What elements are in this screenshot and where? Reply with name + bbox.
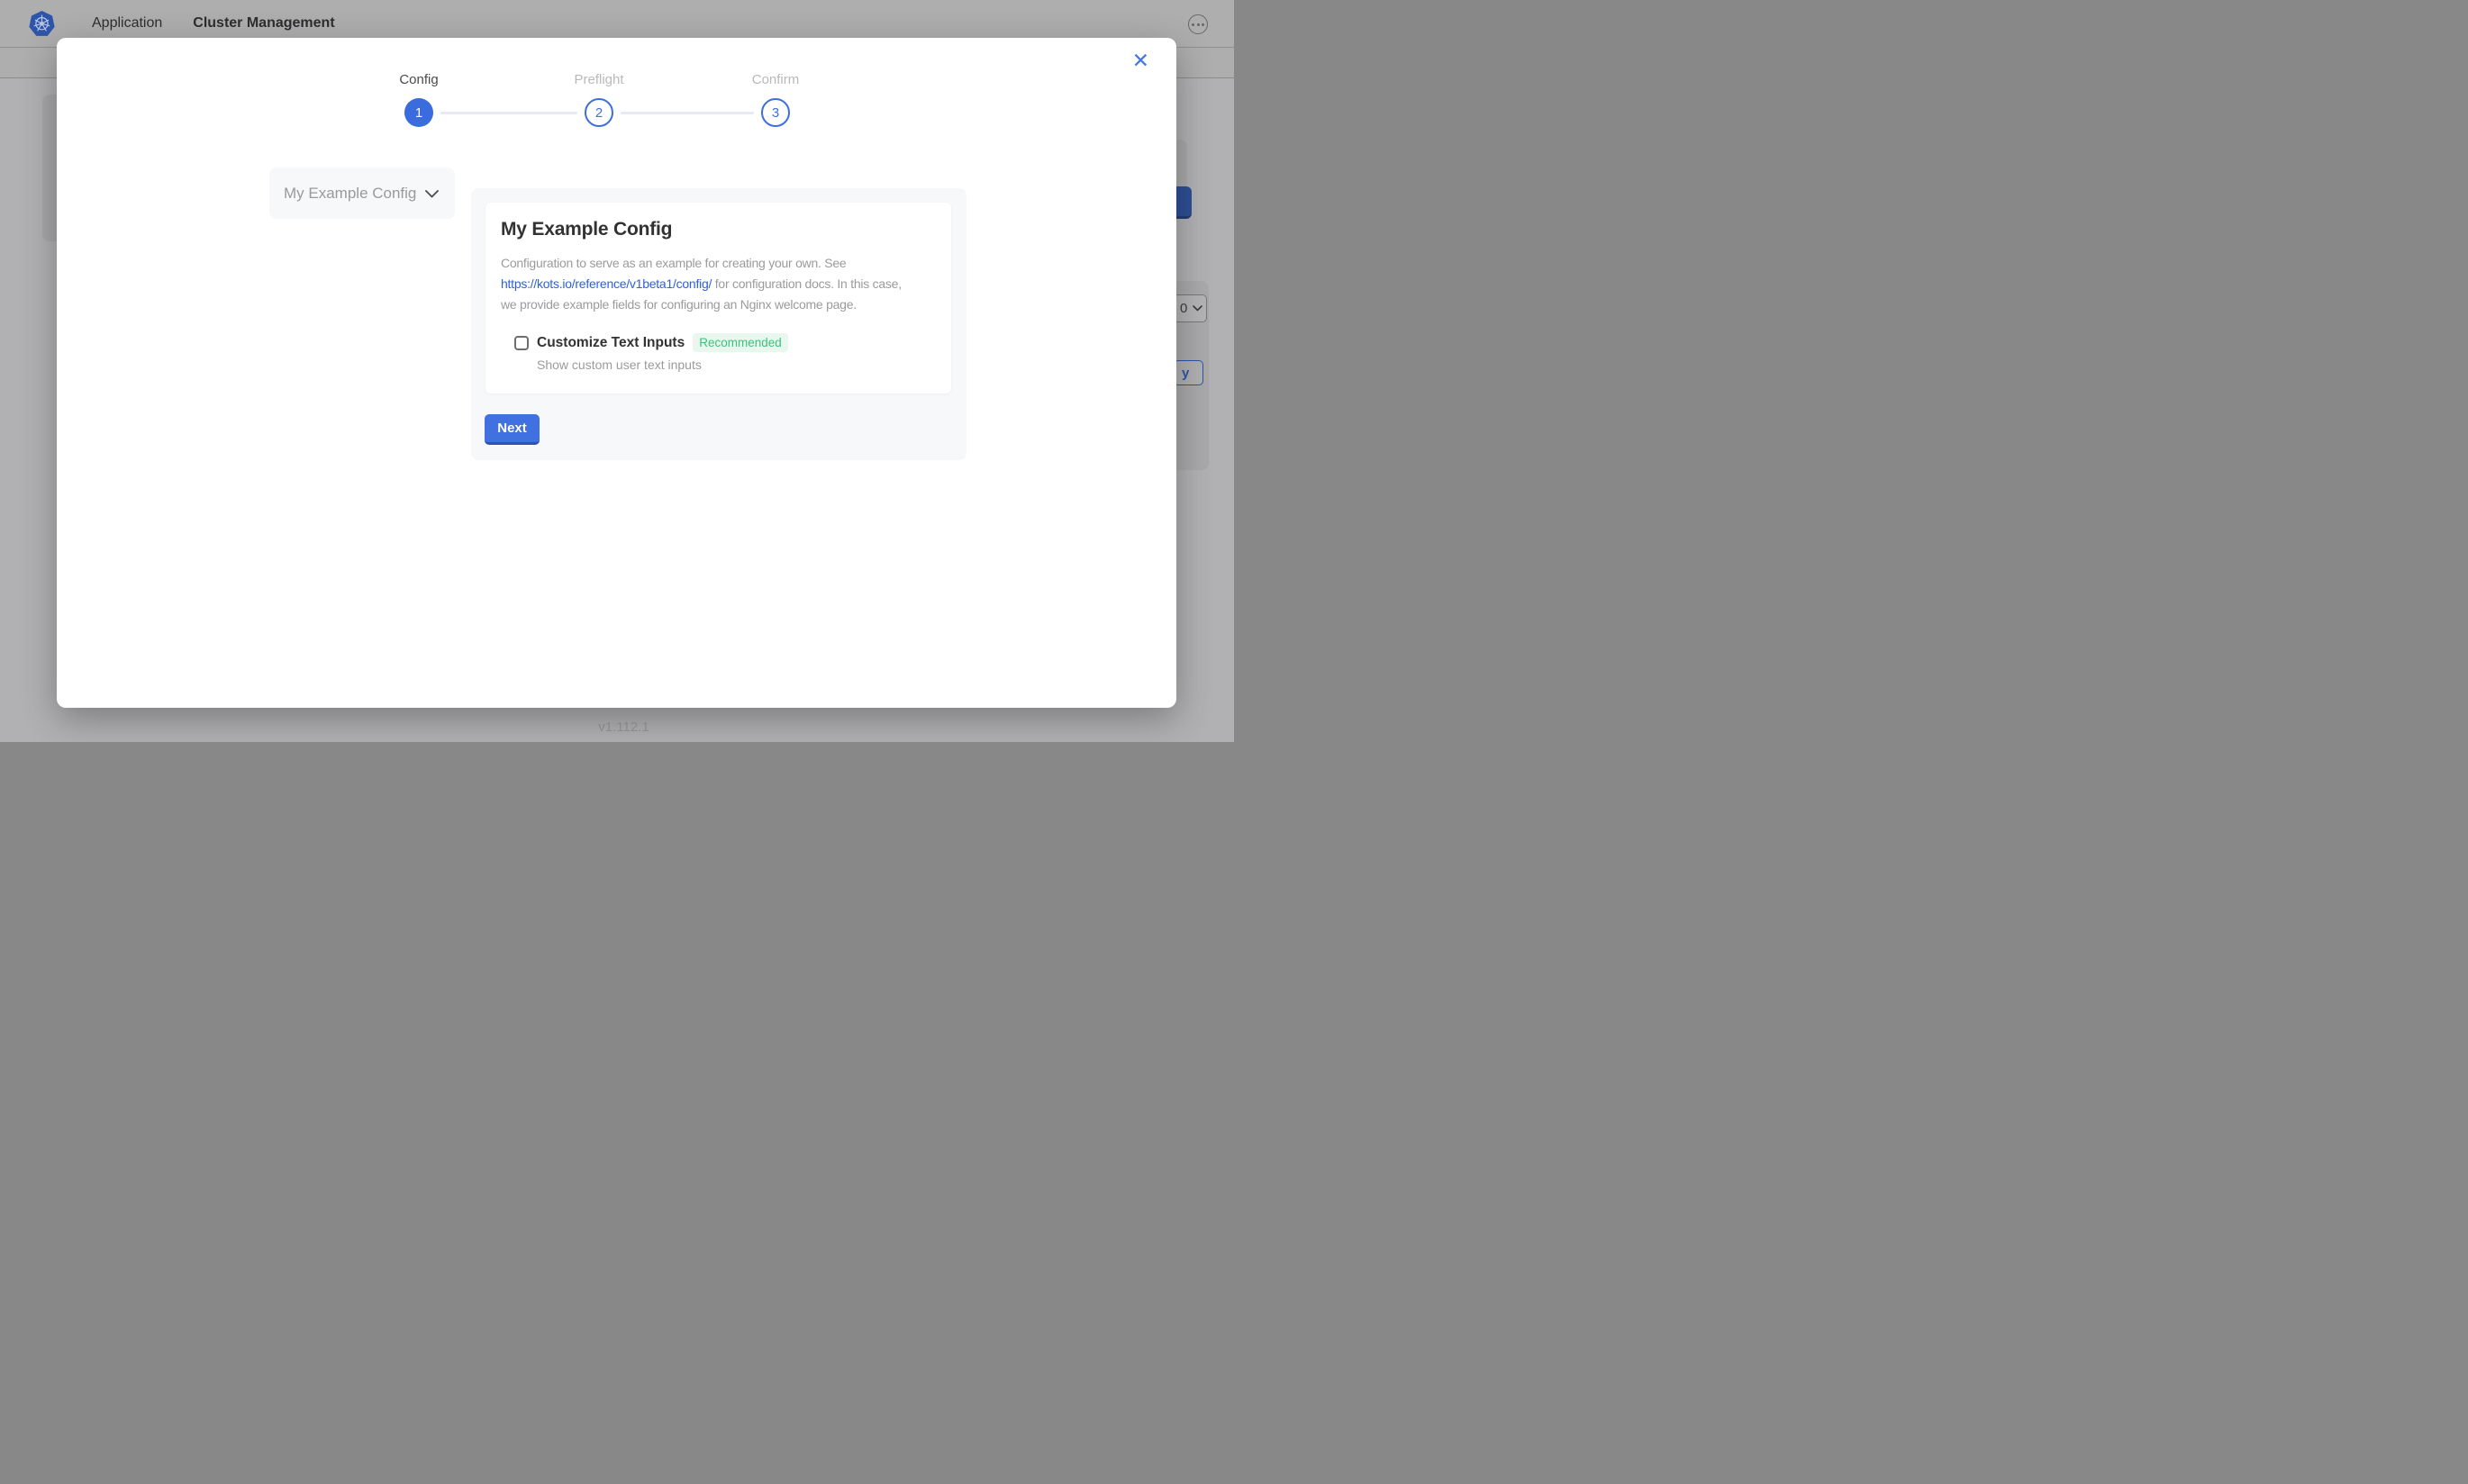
customize-text-inputs-checkbox[interactable] [514, 336, 529, 350]
config-docs-link[interactable]: https://kots.io/reference/v1beta1/config… [501, 276, 712, 291]
config-group-panel: My Example Config Configuration to serve… [471, 188, 966, 460]
description-line: we provide example fields for configurin… [501, 294, 902, 315]
step-number-badge: 2 [585, 98, 613, 127]
step-connector [621, 112, 754, 114]
step-confirm: Confirm 3 [712, 72, 839, 127]
chevron-down-icon [425, 190, 439, 198]
config-group-description: Configuration to serve as an example for… [501, 253, 902, 315]
step-number-badge: 1 [404, 98, 433, 127]
background-select-partial: 0 [1174, 294, 1207, 322]
nav-tab-cluster-management[interactable]: Cluster Management [193, 15, 334, 32]
step-label: Config [356, 72, 482, 88]
app-version: v1.112.1 [527, 719, 721, 735]
config-group-toggle[interactable]: My Example Config [269, 167, 455, 219]
step-number-badge: 3 [761, 98, 790, 127]
config-group-card: My Example Config Configuration to serve… [485, 203, 951, 394]
description-text: for configuration docs. In this case, [712, 276, 902, 291]
step-connector [440, 112, 577, 114]
customize-text-inputs-help: Show custom user text inputs [537, 357, 702, 372]
nav-tabs: Application Cluster Management [92, 15, 335, 32]
description-line: Configuration to serve as an example for… [501, 253, 902, 274]
ellipsis-icon [1192, 23, 1194, 26]
config-group-label: My Example Config [284, 185, 416, 203]
chevron-down-icon [1193, 305, 1202, 312]
customize-text-inputs-row: Customize Text Inputs Recommended [514, 333, 788, 352]
background-outline-button-partial: y [1174, 360, 1203, 385]
recommended-badge: Recommended [693, 333, 788, 352]
kubernetes-logo-icon [29, 10, 55, 38]
config-wizard-modal: ✕ Config 1 Preflight 2 Confirm 3 My Exam… [57, 38, 1176, 708]
select-value: 0 [1180, 301, 1187, 316]
step-label: Preflight [536, 72, 662, 88]
step-config: Config 1 [356, 72, 482, 127]
nav-tab-application[interactable]: Application [92, 15, 162, 32]
close-icon[interactable]: ✕ [1132, 50, 1149, 71]
ellipsis-menu-button[interactable] [1188, 14, 1208, 34]
customize-text-inputs-label[interactable]: Customize Text Inputs [537, 335, 685, 351]
next-button[interactable]: Next [485, 414, 540, 445]
config-group-title: My Example Config [501, 219, 672, 240]
description-line: https://kots.io/reference/v1beta1/config… [501, 274, 902, 294]
step-preflight: Preflight 2 [536, 72, 662, 127]
step-label: Confirm [712, 72, 839, 88]
admin-console-page: Application Cluster Management 0 y v1.11… [0, 0, 1234, 742]
